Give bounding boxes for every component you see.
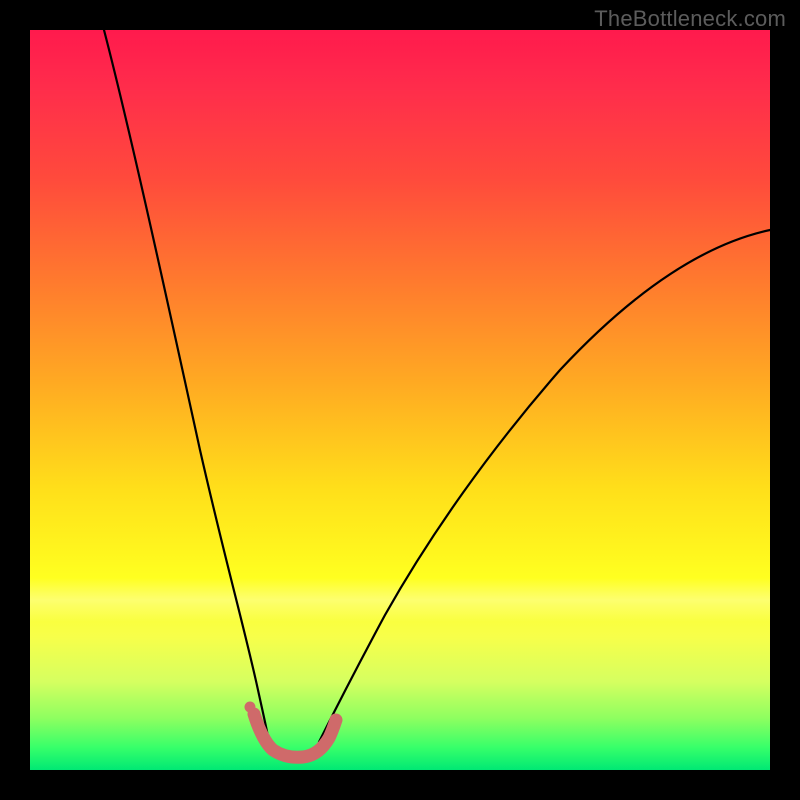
watermark-text: TheBottleneck.com xyxy=(594,6,786,32)
left-dot-icon xyxy=(245,702,256,713)
plot-area xyxy=(30,30,770,770)
curve-right-branch xyxy=(319,230,770,742)
chart-frame: TheBottleneck.com xyxy=(0,0,800,800)
curve-left-branch xyxy=(104,30,269,742)
curve-trough xyxy=(254,714,336,757)
chart-curves xyxy=(30,30,770,770)
